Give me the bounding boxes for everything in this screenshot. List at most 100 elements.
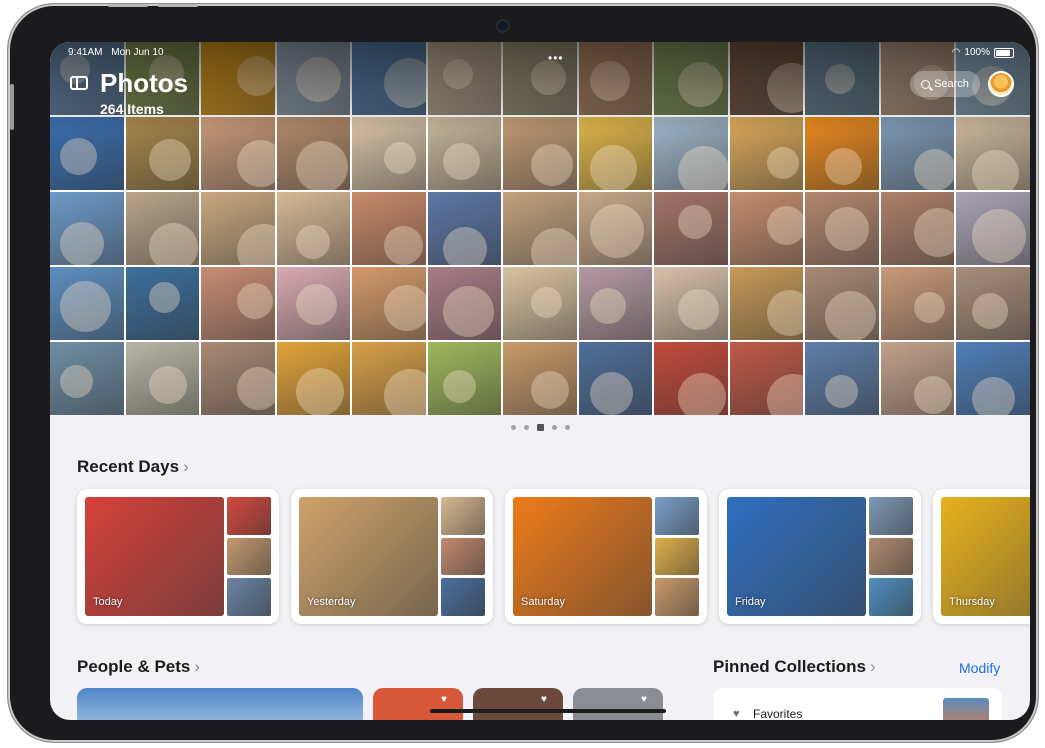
photo-thumbnail[interactable]	[956, 117, 1030, 190]
photo-thumbnail[interactable]	[503, 267, 577, 340]
photo-thumbnail[interactable]	[201, 342, 275, 415]
photo-thumbnail[interactable]	[352, 342, 426, 415]
photo-thumbnail[interactable]	[805, 267, 879, 340]
modify-button[interactable]: Modify	[959, 660, 1000, 676]
recent-day-card[interactable]: Today	[77, 489, 279, 624]
photo-thumbnail[interactable]	[578, 117, 653, 190]
home-indicator[interactable]	[430, 709, 666, 713]
photo-thumbnail[interactable]	[956, 192, 1030, 265]
photo-thumbnail[interactable]	[503, 117, 577, 190]
photo-thumbnail[interactable]	[880, 267, 955, 340]
photo-thumbnail[interactable]	[352, 267, 426, 340]
photo-thumbnail[interactable]	[50, 342, 124, 415]
photo-subject	[678, 373, 727, 415]
avatar[interactable]	[988, 71, 1014, 97]
photo-subject	[295, 284, 337, 325]
photo-subject	[531, 144, 574, 186]
photo-thumbnail[interactable]	[201, 267, 275, 340]
favorites-collection[interactable]: ♥ Favorites	[713, 688, 1002, 720]
page-dot[interactable]	[510, 425, 516, 430]
photo-subject	[442, 227, 487, 265]
person-tile[interactable]	[77, 688, 363, 720]
recent-day-card[interactable]: Saturday	[505, 489, 707, 624]
photo-thumbnail[interactable]	[654, 342, 728, 415]
day-side-photos	[227, 497, 271, 617]
photo-thumbnail[interactable]	[880, 117, 955, 190]
photo-thumbnail[interactable]	[50, 267, 124, 340]
photo-thumbnail[interactable]	[201, 192, 275, 265]
photo-thumbnail[interactable]	[427, 117, 502, 190]
photo-thumbnail[interactable]	[352, 117, 426, 190]
favorites-thumbnail	[943, 698, 989, 720]
photo-thumbnail[interactable]	[880, 192, 955, 265]
photo-subject	[384, 369, 426, 415]
photo-thumbnail[interactable]	[729, 342, 804, 415]
person-tile[interactable]: ♥	[373, 688, 463, 720]
library-grid-icon[interactable]	[536, 424, 544, 431]
photo-thumbnail[interactable]	[201, 117, 275, 190]
person-tile[interactable]: ♥	[573, 688, 663, 720]
pinned-collections-heading[interactable]: Pinned Collections ›	[713, 657, 876, 677]
photo-thumbnail[interactable]	[503, 342, 577, 415]
page-indicator[interactable]	[50, 424, 1030, 431]
photo-thumbnail[interactable]	[50, 192, 124, 265]
photo-thumbnail[interactable]	[125, 342, 200, 415]
sidebar-toggle-icon[interactable]	[70, 76, 88, 90]
recent-day-card[interactable]: Thursday	[933, 489, 1030, 624]
photo-thumbnail[interactable]	[276, 342, 351, 415]
photo-subject	[589, 288, 626, 324]
photo-thumbnail[interactable]	[578, 267, 653, 340]
photo-thumbnail[interactable]	[805, 117, 879, 190]
photo-thumbnail[interactable]	[654, 117, 728, 190]
day-label: Saturday	[521, 596, 566, 608]
photo-subject	[148, 282, 180, 313]
photo-thumbnail[interactable]	[654, 267, 728, 340]
page-dot[interactable]	[523, 425, 529, 430]
day-cover-photo: Today	[85, 497, 224, 616]
photo-thumbnail[interactable]	[276, 267, 351, 340]
heart-icon[interactable]: ♥	[541, 694, 547, 705]
photo-thumbnail[interactable]	[125, 192, 200, 265]
volume-button	[158, 4, 198, 7]
photo-thumbnail[interactable]	[578, 342, 653, 415]
day-side-thumbnail	[227, 497, 271, 535]
camera-icon	[498, 21, 508, 31]
heart-icon[interactable]: ♥	[441, 694, 447, 705]
photo-thumbnail[interactable]	[427, 342, 502, 415]
multitask-dots-icon[interactable]: •••	[548, 51, 564, 65]
photo-thumbnail[interactable]	[880, 342, 955, 415]
photo-thumbnail[interactable]	[956, 342, 1030, 415]
photo-thumbnail[interactable]	[729, 192, 804, 265]
photo-thumbnail[interactable]	[578, 192, 653, 265]
recent-day-card[interactable]: Friday	[719, 489, 921, 624]
photo-thumbnail[interactable]	[729, 117, 804, 190]
photo-thumbnail[interactable]	[805, 342, 879, 415]
person-tile[interactable]: ♥	[473, 688, 563, 720]
photo-thumbnail[interactable]	[503, 192, 577, 265]
photo-thumbnail[interactable]	[956, 267, 1030, 340]
page-dot[interactable]	[564, 425, 570, 430]
photo-thumbnail[interactable]	[729, 267, 804, 340]
photo-thumbnail[interactable]	[427, 267, 502, 340]
people-pets-heading[interactable]: People & Pets ›	[77, 657, 200, 677]
photo-subject	[766, 147, 799, 179]
photo-thumbnail[interactable]	[125, 117, 200, 190]
heart-icon[interactable]: ♥	[641, 694, 647, 705]
photo-subject	[589, 145, 637, 190]
photo-thumbnail[interactable]	[125, 267, 200, 340]
photo-subject	[148, 223, 198, 265]
photo-thumbnail[interactable]	[352, 192, 426, 265]
search-button[interactable]: Search	[910, 71, 980, 97]
photo-thumbnail[interactable]	[805, 192, 879, 265]
recent-days-heading[interactable]: Recent Days ›	[77, 457, 189, 477]
photo-thumbnail[interactable]	[50, 117, 124, 190]
page-dot[interactable]	[551, 425, 557, 430]
day-side-thumbnail	[227, 537, 271, 576]
photo-thumbnail[interactable]	[654, 192, 728, 265]
photo-thumbnail[interactable]	[276, 192, 351, 265]
photo-thumbnail[interactable]	[276, 117, 351, 190]
day-side-thumbnail	[869, 497, 913, 535]
photo-thumbnail[interactable]	[427, 192, 502, 265]
recent-day-card[interactable]: Yesterday	[291, 489, 493, 624]
status-date: Mon Jun 10	[111, 47, 164, 58]
